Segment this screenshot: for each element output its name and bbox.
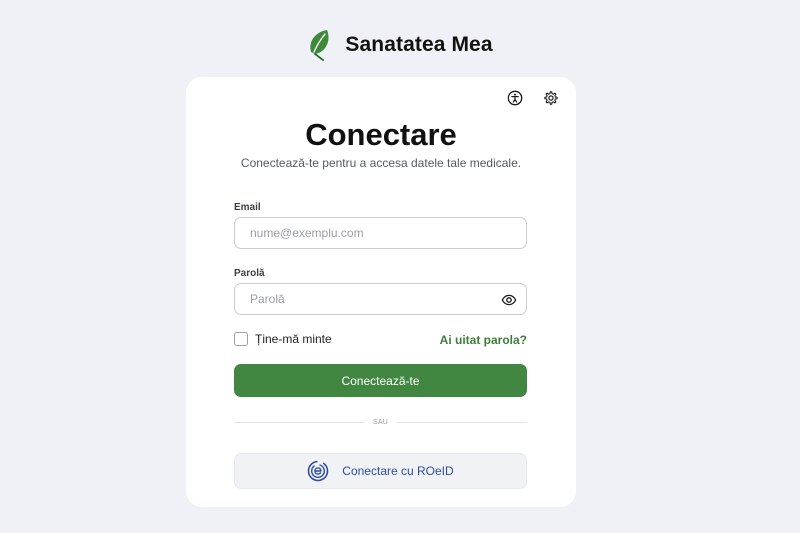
roeid-icon [307,460,329,482]
leaf-icon [310,30,329,61]
page-subtitle: Conectează-te pentru a accesa datele tal… [240,156,522,170]
password-field[interactable] [235,284,526,314]
card-toolbar [506,89,560,107]
divider-line-right [396,422,528,423]
accessibility-button[interactable] [506,89,524,107]
brand-header: Sanatatea Mea [0,28,800,62]
divider-text: SAU [372,419,389,426]
password-label: Parolă [234,268,265,279]
roeid-button-label: Conectare cu ROeID [342,464,454,478]
page-title: Conectare [305,117,457,152]
remember-me-label: Ține-mă minte [255,332,332,346]
brand-name: Sanatatea Mea [345,33,493,56]
checkbox-box[interactable] [234,332,248,346]
email-field[interactable] [235,218,526,248]
password-field-wrapper [234,283,527,315]
accessibility-icon [507,90,523,106]
login-card: Conectare Conectează-te pentru a accesa … [186,77,576,507]
email-label: Email [234,202,261,213]
login-button[interactable]: Conectează-te [234,364,527,397]
forgot-password-link[interactable]: Ai uitat parola? [440,333,527,347]
or-divider: SAU [234,419,528,426]
divider-line-left [234,422,365,423]
gear-icon [544,91,558,105]
email-field-wrapper [234,217,527,249]
remember-me-checkbox[interactable]: Ține-mă minte [234,332,332,346]
roeid-login-button[interactable]: Conectare cu ROeID [234,453,527,489]
show-password-icon[interactable] [501,292,517,308]
settings-button[interactable] [542,89,560,107]
